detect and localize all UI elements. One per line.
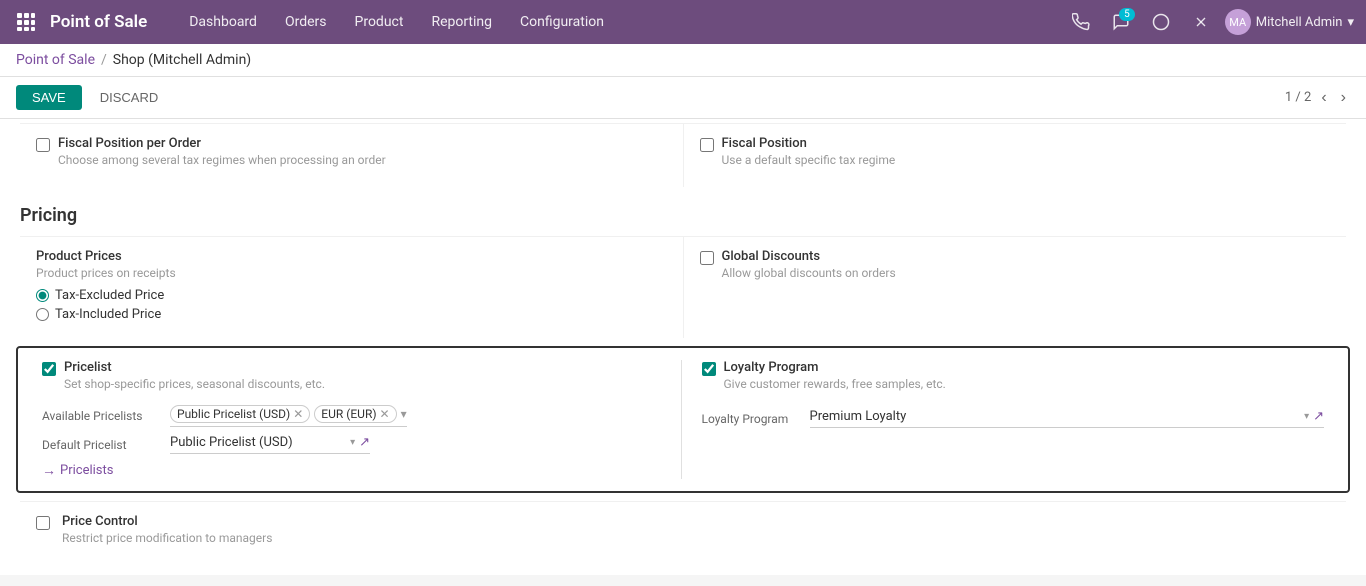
fiscal-right-col: Fiscal Position Use a default specific t… xyxy=(684,124,1347,187)
default-pricelist-value[interactable]: Public Pricelist (USD) xyxy=(170,435,346,450)
username: Mitchell Admin xyxy=(1256,15,1343,30)
global-discounts-label: Global Discounts xyxy=(722,249,896,264)
fiscal-left-col: Fiscal Position per Order Choose among s… xyxy=(20,124,684,187)
tax-excluded-label: Tax-Excluded Price xyxy=(55,288,164,303)
pricelists-link-label[interactable]: Pricelists xyxy=(60,463,113,478)
fiscal-position-order-label: Fiscal Position per Order xyxy=(58,136,386,151)
pricelist-col: Pricelist Set shop-specific prices, seas… xyxy=(34,360,682,479)
tax-excluded-radio[interactable]: Tax-Excluded Price xyxy=(36,288,667,303)
available-pricelists-row: Available Pricelists Public Pricelist (U… xyxy=(42,405,665,427)
pricelists-dropdown-arrow[interactable]: ▾ xyxy=(401,407,407,421)
chat-icon[interactable] xyxy=(1145,6,1177,38)
pricelist-label: Pricelist xyxy=(64,360,325,375)
price-control-checkbox[interactable] xyxy=(36,516,50,530)
grid-icon[interactable] xyxy=(12,8,40,36)
default-pricelist-label: Default Pricelist xyxy=(42,438,162,452)
loyalty-program-value[interactable]: Premium Loyalty xyxy=(810,409,1301,424)
available-pricelists-input[interactable]: Public Pricelist (USD) ✕ EUR (EUR) ✕ ▾ xyxy=(170,405,407,427)
breadcrumb-parent[interactable]: Point of Sale xyxy=(16,52,95,68)
available-pricelists-label: Available Pricelists xyxy=(42,409,162,423)
loyalty-select-wrapper: Premium Loyalty ▾ ↗ xyxy=(810,409,1325,428)
product-prices-col: Product Prices Product prices on receipt… xyxy=(20,237,684,338)
price-control-row: Price Control Restrict price modificatio… xyxy=(20,501,1346,565)
breadcrumb: Point of Sale / Shop (Mitchell Admin) xyxy=(0,44,1366,77)
next-page-button[interactable]: › xyxy=(1337,87,1350,109)
default-pricelist-arrow[interactable]: ▾ xyxy=(350,437,355,448)
loyalty-arrow[interactable]: ▾ xyxy=(1304,411,1309,422)
default-pricelist-select-wrapper: Public Pricelist (USD) ▾ ↗ xyxy=(170,435,370,454)
default-pricelist-external-link[interactable]: ↗ xyxy=(359,435,370,450)
loyalty-label: Loyalty Program xyxy=(724,360,946,375)
global-discounts-checkbox[interactable] xyxy=(700,251,714,265)
fiscal-position-order-checkbox[interactable] xyxy=(36,138,50,152)
nav-product[interactable]: Product xyxy=(343,8,416,36)
action-bar: SAVE DISCARD 1 / 2 ‹ › xyxy=(0,77,1366,119)
avatar: MA xyxy=(1225,9,1251,35)
breadcrumb-current: Shop (Mitchell Admin) xyxy=(113,52,251,68)
loyalty-checkbox-wrapper: Loyalty Program Give customer rewards, f… xyxy=(702,360,1325,399)
close-icon[interactable] xyxy=(1185,6,1217,38)
prev-page-button[interactable]: ‹ xyxy=(1317,87,1330,109)
price-control-label: Price Control xyxy=(62,514,272,529)
nav-reporting[interactable]: Reporting xyxy=(419,8,504,36)
default-pricelist-row: Default Pricelist Public Pricelist (USD)… xyxy=(42,435,665,454)
global-discounts-col: Global Discounts Allow global discounts … xyxy=(684,237,1347,338)
nav-orders[interactable]: Orders xyxy=(273,8,339,36)
topbar: Point of Sale Dashboard Orders Product R… xyxy=(0,0,1366,44)
user-menu[interactable]: MA Mitchell Admin ▾ xyxy=(1225,9,1354,35)
fiscal-row: Fiscal Position per Order Choose among s… xyxy=(20,123,1346,187)
fiscal-position-checkbox[interactable] xyxy=(700,138,714,152)
updates-icon[interactable]: 5 xyxy=(1105,6,1137,38)
topbar-icons: 5 MA Mitchell Admin ▾ xyxy=(1065,6,1354,38)
pricelists-arrow-icon: → xyxy=(42,462,56,479)
remove-eur-tag[interactable]: ✕ xyxy=(380,407,390,421)
pricelist-desc: Set shop-specific prices, seasonal disco… xyxy=(64,377,325,391)
tax-included-radio[interactable]: Tax-Included Price xyxy=(36,307,667,322)
loyalty-checkbox[interactable] xyxy=(702,362,716,376)
payments-section-title: Payments xyxy=(20,565,1346,575)
loyalty-desc: Give customer rewards, free samples, etc… xyxy=(724,377,946,391)
pricing-section-title: Pricing xyxy=(20,187,1346,236)
product-prices-row: Product Prices Product prices on receipt… xyxy=(20,236,1346,338)
updates-badge: 5 xyxy=(1119,8,1135,21)
product-prices-desc: Product prices on receipts xyxy=(36,266,667,280)
discard-button[interactable]: DISCARD xyxy=(90,85,169,110)
loyalty-program-field-label: Loyalty Program xyxy=(702,412,802,426)
price-control-desc: Restrict price modification to managers xyxy=(62,531,272,545)
fiscal-position-order-desc: Choose among several tax regimes when pr… xyxy=(58,153,386,167)
price-radio-group: Tax-Excluded Price Tax-Included Price xyxy=(36,288,667,322)
pagination-count: 1 / 2 xyxy=(1285,90,1311,105)
pricelist-checkbox[interactable] xyxy=(42,362,56,376)
pricelist-tag-usd: Public Pricelist (USD) ✕ xyxy=(170,405,310,423)
pricelists-link[interactable]: → Pricelists xyxy=(42,462,665,479)
topbar-nav: Dashboard Orders Product Reporting Confi… xyxy=(177,8,1065,36)
global-discounts-wrapper: Global Discounts Allow global discounts … xyxy=(700,249,1331,288)
nav-dashboard[interactable]: Dashboard xyxy=(177,8,269,36)
fiscal-position-label: Fiscal Position xyxy=(722,136,896,151)
global-discounts-desc: Allow global discounts on orders xyxy=(722,266,896,280)
fiscal-position-desc: Use a default specific tax regime xyxy=(722,153,896,167)
product-prices-label: Product Prices xyxy=(36,249,667,264)
pricelist-loyalty-row: Pricelist Set shop-specific prices, seas… xyxy=(34,360,1332,479)
pricelist-checkbox-wrapper: Pricelist Set shop-specific prices, seas… xyxy=(42,360,665,399)
nav-configuration[interactable]: Configuration xyxy=(508,8,616,36)
fiscal-position-order-wrapper: Fiscal Position per Order Choose among s… xyxy=(36,136,667,175)
remove-usd-tag[interactable]: ✕ xyxy=(293,407,303,421)
fiscal-position-wrapper: Fiscal Position Use a default specific t… xyxy=(700,136,1331,175)
tax-included-label: Tax-Included Price xyxy=(55,307,161,322)
save-button[interactable]: SAVE xyxy=(16,85,82,110)
pricelist-loyalty-box: Pricelist Set shop-specific prices, seas… xyxy=(16,346,1350,493)
loyalty-col: Loyalty Program Give customer rewards, f… xyxy=(682,360,1333,479)
loyalty-dropdown-row: Loyalty Program Premium Loyalty ▾ ↗ xyxy=(702,409,1325,428)
pricelist-tag-eur: EUR (EUR) ✕ xyxy=(314,405,396,423)
main-content: Fiscal Position per Order Choose among s… xyxy=(0,119,1366,575)
phone-icon[interactable] xyxy=(1065,6,1097,38)
loyalty-external-link[interactable]: ↗ xyxy=(1313,409,1324,424)
breadcrumb-separator: / xyxy=(101,52,107,68)
app-title: Point of Sale xyxy=(50,12,147,32)
pagination: 1 / 2 ‹ › xyxy=(1285,87,1350,109)
